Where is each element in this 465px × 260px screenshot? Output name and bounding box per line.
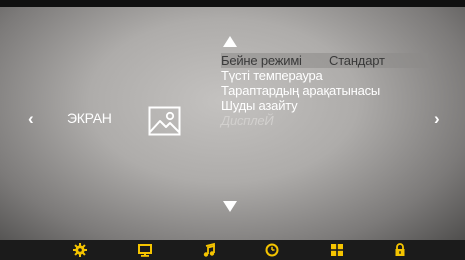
menu-item-label: Түсті темпераура xyxy=(221,68,323,83)
menu-item-label: ДисплеЙ xyxy=(221,113,274,128)
menu-item-noise-reduction[interactable]: Шуды азайту xyxy=(221,98,431,113)
tv-screen: ‹ ЭКРАН › Бейне режимі Стандарт Түсті те… xyxy=(0,0,465,240)
menu-item-value: Стандарт xyxy=(329,53,385,68)
menu-item-label: Тараптардың арақатынасы xyxy=(221,83,381,98)
settings-icon[interactable] xyxy=(72,242,88,258)
bottom-menu-bar xyxy=(0,240,465,260)
category-label: ЭКРАН xyxy=(67,110,112,126)
clock-icon[interactable] xyxy=(264,242,280,258)
menu-item-color-temperature[interactable]: Түсті темпераура xyxy=(221,68,431,83)
lock-icon[interactable] xyxy=(392,242,408,258)
menu-item-video-mode[interactable]: Бейне режимі Стандарт xyxy=(221,53,428,68)
apps-grid-icon[interactable] xyxy=(329,242,345,258)
scroll-down-arrow[interactable] xyxy=(223,201,237,212)
settings-menu: Бейне режимі Стандарт Түсті темпераура Т… xyxy=(221,53,431,128)
next-category-arrow[interactable]: › xyxy=(434,110,440,128)
top-bar xyxy=(0,0,465,7)
menu-item-label: Бейне режимі xyxy=(221,53,302,68)
previous-category-arrow[interactable]: ‹ xyxy=(28,110,34,128)
scroll-up-arrow[interactable] xyxy=(223,36,237,47)
menu-item-label: Шуды азайту xyxy=(221,98,298,113)
menu-item-aspect-ratio[interactable]: Тараптардың арақатынасы xyxy=(221,83,431,98)
menu-item-display: ДисплеЙ xyxy=(221,113,431,128)
music-icon[interactable] xyxy=(201,242,217,258)
picture-icon xyxy=(148,106,181,136)
monitor-icon[interactable] xyxy=(137,242,153,258)
